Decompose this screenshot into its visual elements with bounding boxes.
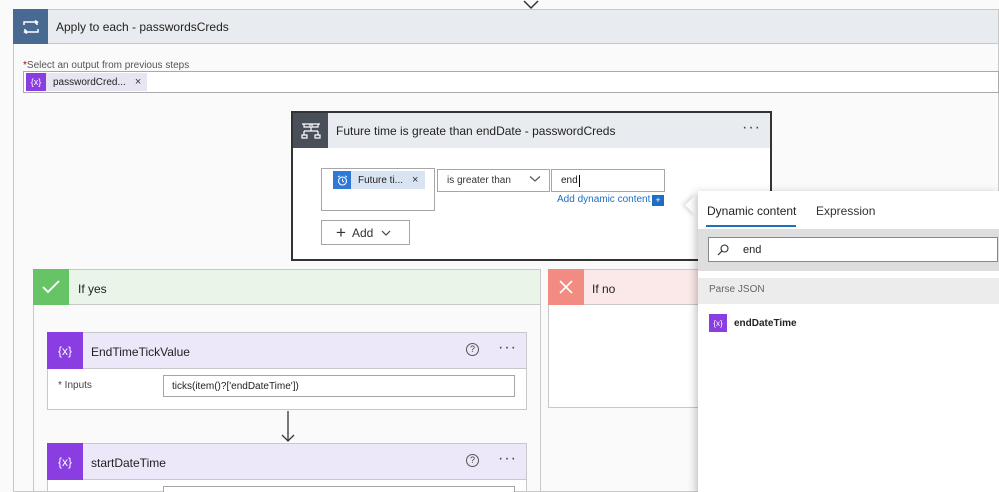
remove-token-icon[interactable]: × xyxy=(412,174,418,186)
future-time-token[interactable]: Future ti... × xyxy=(333,171,425,189)
condition-title: Future time is greate than endDate - pas… xyxy=(336,124,616,138)
more-options-icon[interactable]: ··· xyxy=(498,450,517,468)
alarm-clock-icon xyxy=(333,171,351,189)
condition-value-input[interactable]: end xyxy=(551,169,665,192)
apply-to-each-title: Apply to each - passwordsCreds xyxy=(56,20,229,34)
text-caret xyxy=(578,174,580,187)
if-yes-title: If yes xyxy=(78,282,107,296)
add-button[interactable]: + Add xyxy=(321,220,410,245)
more-options-icon[interactable]: ··· xyxy=(498,339,517,357)
tab-dynamic-content[interactable]: Dynamic content xyxy=(707,204,796,218)
help-icon[interactable]: ? xyxy=(466,343,479,356)
tab-expression[interactable]: Expression xyxy=(816,204,875,218)
token-label: Future ti... xyxy=(358,174,404,186)
flow-arrow-down-icon xyxy=(281,411,295,442)
inputs-label-text: Inputs xyxy=(64,380,92,391)
variable-icon: {x} xyxy=(709,314,727,332)
inputs-field[interactable] xyxy=(163,486,515,492)
search-input[interactable]: end xyxy=(708,237,998,262)
remove-token-icon[interactable]: × xyxy=(135,76,141,88)
inputs-label: * Inputs xyxy=(58,380,92,391)
add-button-label: Add xyxy=(351,225,374,240)
select-output-field[interactable] xyxy=(23,71,999,93)
action-title: EndTimeTickValue xyxy=(91,345,190,359)
condition-value-text: end xyxy=(561,175,578,186)
action-title: startDateTime xyxy=(91,456,166,470)
add-dynamic-content-link[interactable]: Add dynamic content xyxy=(557,194,650,205)
chevron-down-icon xyxy=(381,226,391,240)
help-icon[interactable]: ? xyxy=(466,454,479,467)
condition-more-icon[interactable]: ··· xyxy=(742,119,761,137)
dynamic-item-enddatetime[interactable]: endDateTime xyxy=(734,318,797,329)
section-label: Parse JSON xyxy=(709,284,765,295)
active-tab-indicator xyxy=(706,225,796,227)
variable-icon: {x} xyxy=(47,443,83,480)
if-no-title: If no xyxy=(592,282,616,296)
loop-icon xyxy=(13,9,48,44)
search-icon xyxy=(717,243,729,255)
plus-icon: + xyxy=(336,223,346,242)
condition-icon xyxy=(293,113,328,148)
checkmark-icon xyxy=(33,269,69,305)
search-value: end xyxy=(743,243,762,256)
chevron-down-icon xyxy=(529,176,541,182)
password-creds-token[interactable]: {x} passwordCred... × xyxy=(26,73,148,91)
if-yes-header[interactable] xyxy=(33,269,541,305)
select-output-label: *Select an output from previous steps xyxy=(23,60,189,71)
variable-icon: {x} xyxy=(26,73,46,91)
select-output-label-text: Select an output from previous steps xyxy=(26,60,190,71)
inputs-field[interactable]: ticks(item()?['endDateTime']) xyxy=(163,375,515,397)
variable-icon: {x} xyxy=(47,332,83,369)
add-dynamic-plus-icon[interactable]: + xyxy=(652,195,664,206)
close-icon xyxy=(548,269,584,305)
token-label: passwordCred... xyxy=(53,76,126,88)
